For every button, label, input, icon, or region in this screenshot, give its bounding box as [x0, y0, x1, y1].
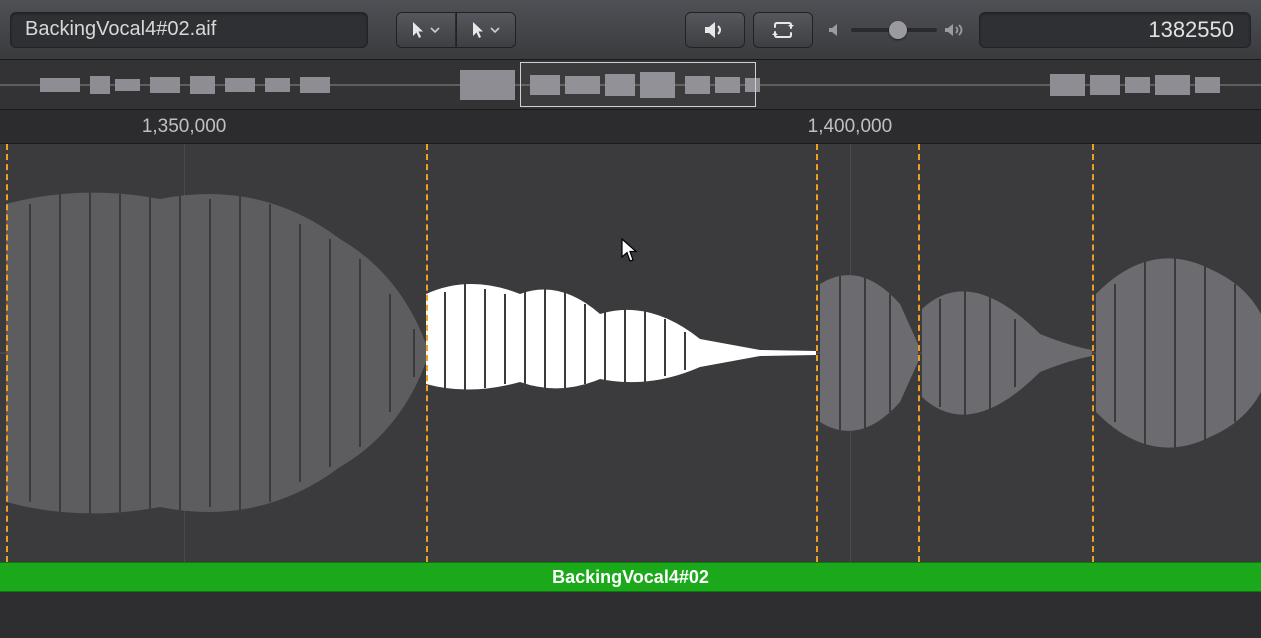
filename-field[interactable]: BackingVocal4#02.aif [10, 12, 368, 48]
time-ruler[interactable]: 1,350,000 1,400,000 [0, 110, 1261, 144]
region-name-bar[interactable]: BackingVocal4#02 [0, 562, 1261, 592]
transient-marker[interactable] [6, 144, 8, 562]
transient-marker[interactable] [426, 144, 428, 562]
left-tool-button[interactable] [396, 12, 456, 48]
volume-control [821, 22, 971, 38]
region-name-text: BackingVocal4#02 [552, 567, 709, 588]
pointer-icon [472, 21, 486, 39]
speaker-icon [703, 20, 727, 40]
waveform-overview[interactable] [0, 60, 1261, 110]
left-tool-selector [396, 12, 516, 48]
toolbar: BackingVocal4#02.aif [0, 0, 1261, 60]
chevron-down-icon [430, 27, 440, 33]
transient-marker[interactable] [816, 144, 818, 562]
footer-strip [0, 592, 1261, 638]
transient-marker[interactable] [918, 144, 920, 562]
volume-high-icon [943, 22, 965, 38]
ruler-tick-label: 1,400,000 [808, 116, 893, 138]
cycle-button[interactable] [753, 12, 813, 48]
main-waveform-area[interactable] [0, 144, 1261, 562]
volume-slider-track[interactable] [851, 28, 937, 32]
playhead-position-field[interactable]: 1382550 [979, 12, 1251, 48]
playhead-position-text: 1382550 [1148, 17, 1234, 43]
chevron-down-icon [490, 27, 500, 33]
cycle-icon [771, 21, 795, 39]
volume-low-icon [827, 22, 845, 38]
main-waveform-graphic [0, 144, 1261, 562]
pointer-icon [412, 21, 426, 39]
preview-button[interactable] [685, 12, 745, 48]
transient-marker[interactable] [1092, 144, 1094, 562]
right-tool-button[interactable] [456, 12, 516, 48]
ruler-tick-label: 1,350,000 [142, 116, 227, 138]
filename-text: BackingVocal4#02.aif [25, 18, 216, 41]
overview-visible-window[interactable] [520, 62, 756, 107]
volume-slider-thumb[interactable] [889, 21, 907, 39]
